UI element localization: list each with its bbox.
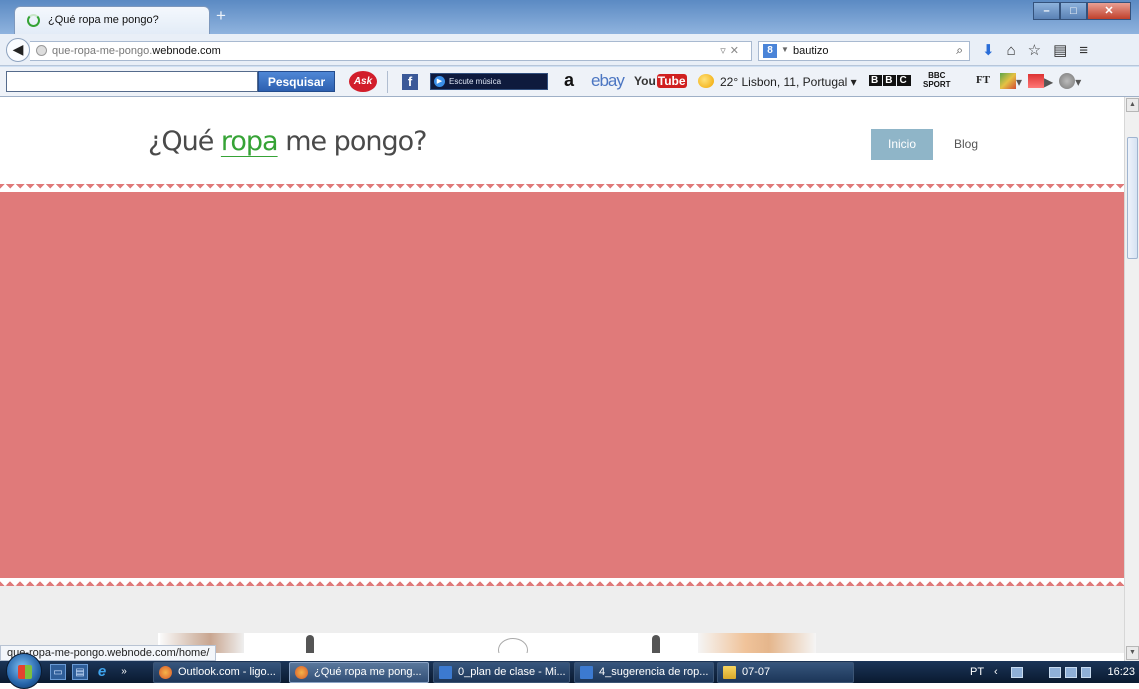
gallery-photo[interactable] bbox=[306, 635, 314, 653]
ft-icon[interactable]: FT bbox=[976, 74, 990, 86]
music-label: Escute música bbox=[449, 77, 502, 86]
quick-launch-more-icon[interactable]: » bbox=[116, 664, 132, 680]
settings-gear-icon[interactable] bbox=[1059, 73, 1076, 89]
word-icon bbox=[580, 666, 593, 679]
new-tab-button[interactable]: + bbox=[216, 7, 226, 25]
browser-tab[interactable]: ¿Qué ropa me pongo? bbox=[14, 6, 210, 34]
address-bar[interactable]: que-ropa-me-pongo.webnode.com ▿✕ bbox=[30, 41, 752, 61]
browser-chrome: ¿Qué ropa me pongo? + – □ ✕ ◀ que-ropa-m… bbox=[0, 0, 1139, 97]
nav-blog[interactable]: Blog bbox=[948, 129, 984, 160]
magnifier-icon[interactable]: ⌕ bbox=[956, 43, 963, 58]
youtube-you: You bbox=[634, 74, 656, 88]
pesquisar-button[interactable]: Pesquisar bbox=[258, 71, 335, 92]
firefox-icon bbox=[159, 666, 172, 679]
hero-banner bbox=[0, 192, 1124, 578]
windows-taskbar: ▭ ▤ e » Outlook.com - ligo... ¿Qué ropa … bbox=[0, 653, 1139, 689]
ebay-icon[interactable]: ebay bbox=[591, 71, 625, 91]
gallery-photo[interactable] bbox=[498, 638, 528, 653]
gallery-photo[interactable] bbox=[698, 633, 816, 653]
gallery-photo[interactable] bbox=[652, 635, 660, 653]
page-viewport: ¿Qué ropa me pongo? Inicio Blog bbox=[0, 97, 1124, 653]
youtube-icon[interactable]: You Tube bbox=[633, 74, 687, 88]
weather-text: 22° Lisbon, 11, Portugal ▾ bbox=[720, 75, 857, 89]
firefox-icon bbox=[295, 666, 308, 679]
tray-network-icon[interactable] bbox=[1049, 667, 1061, 678]
minimize-button[interactable]: – bbox=[1033, 2, 1060, 20]
page-scrollbar[interactable]: ▲ ▼ bbox=[1124, 97, 1139, 661]
switch-windows-icon[interactable]: ▤ bbox=[72, 664, 88, 680]
taskbar-item-plan-de-clase[interactable]: 0_plan de clase - Mi... bbox=[433, 662, 570, 683]
toolbar-search-input[interactable] bbox=[6, 71, 258, 92]
word-icon bbox=[439, 666, 452, 679]
toolbar-extras: ▾ ▶ ▾ bbox=[1000, 73, 1087, 89]
url-actions[interactable]: ▿✕ bbox=[720, 44, 743, 57]
scroll-thumb[interactable] bbox=[1127, 137, 1138, 259]
loading-icon bbox=[27, 14, 40, 27]
tray-keyboard-icon[interactable] bbox=[1011, 667, 1023, 678]
folder-icon bbox=[723, 666, 736, 679]
toolbar-divider bbox=[387, 71, 388, 93]
navigation-bar: ◀ que-ropa-me-pongo.webnode.com ▿✕ 8 ▼ ⌕… bbox=[0, 34, 1139, 66]
back-arrow-icon: ◀ bbox=[12, 41, 24, 57]
facebook-icon[interactable]: f bbox=[402, 74, 418, 90]
image-gallery bbox=[158, 633, 816, 653]
ask-toolbar: Pesquisar Ask f ▶ Escute música a ebay Yo… bbox=[0, 67, 1139, 97]
scroll-up-button[interactable]: ▲ bbox=[1126, 98, 1139, 112]
menu-icon[interactable]: ≡ bbox=[1079, 43, 1088, 58]
site-logo[interactable]: ¿Qué ropa me pongo? bbox=[148, 126, 427, 157]
play-icon[interactable]: ▶ bbox=[434, 76, 445, 87]
banner-top-edge bbox=[0, 184, 1124, 192]
bookmarks-list-icon[interactable]: ▤ bbox=[1053, 43, 1067, 58]
scroll-down-button[interactable]: ▼ bbox=[1126, 646, 1139, 660]
tray-sync-icon[interactable] bbox=[1065, 667, 1077, 678]
nav-icons: ⬇ ⌂ ☆ ▤ ≡ bbox=[982, 43, 1088, 58]
banner-bottom-edge bbox=[0, 578, 1124, 586]
logo-accent-word: ropa bbox=[220, 126, 279, 157]
tray-chevron-icon[interactable]: ‹ bbox=[994, 663, 998, 682]
back-button[interactable]: ◀ bbox=[6, 38, 30, 62]
language-indicator[interactable]: PT bbox=[970, 663, 984, 682]
dropdown-icon[interactable]: ▿ bbox=[720, 45, 730, 57]
globe-icon bbox=[36, 45, 47, 56]
start-button[interactable] bbox=[6, 653, 42, 689]
internet-explorer-icon[interactable]: e bbox=[94, 664, 110, 680]
search-input[interactable] bbox=[793, 44, 943, 58]
show-desktop-icon[interactable]: ▭ bbox=[50, 664, 66, 680]
bbc-sport-icon[interactable]: BBC SPORT bbox=[923, 71, 951, 89]
search-box[interactable]: 8 ▼ ⌕ bbox=[758, 41, 970, 61]
taskbar-item-07-07[interactable]: 07-07 bbox=[717, 662, 854, 683]
home-icon[interactable]: ⌂ bbox=[1007, 43, 1016, 58]
music-player[interactable]: ▶ Escute música bbox=[430, 73, 548, 90]
google-icon[interactable]: 8 bbox=[763, 44, 777, 58]
maps-icon[interactable] bbox=[1000, 73, 1016, 89]
ask-icon[interactable]: Ask bbox=[349, 71, 377, 92]
youtube-tube: Tube bbox=[656, 74, 687, 88]
tab-strip: ¿Qué ropa me pongo? + – □ ✕ bbox=[0, 0, 1139, 34]
url-text: que-ropa-me-pongo.webnode.com bbox=[52, 45, 221, 57]
quick-launch: ▭ ▤ e » bbox=[50, 664, 132, 680]
bbc-icon[interactable]: BBC bbox=[869, 75, 912, 86]
system-tray: PT ‹ 16:23 bbox=[965, 663, 1139, 682]
window-controls: – □ ✕ bbox=[1033, 2, 1131, 20]
tab-title: ¿Qué ropa me pongo? bbox=[48, 14, 159, 26]
maximize-button[interactable]: □ bbox=[1060, 2, 1087, 20]
mail-icon[interactable] bbox=[1028, 74, 1045, 88]
amazon-icon[interactable]: a bbox=[564, 70, 574, 91]
taskbar-item-sugerencia[interactable]: 4_sugerencia de rop... bbox=[574, 662, 714, 683]
close-button[interactable]: ✕ bbox=[1087, 2, 1131, 20]
clock[interactable]: 16:23 bbox=[1107, 663, 1135, 682]
volume-icon[interactable] bbox=[1081, 667, 1091, 678]
download-icon[interactable]: ⬇ bbox=[982, 43, 995, 58]
taskbar-item-outlook[interactable]: Outlook.com - ligo... bbox=[153, 662, 281, 683]
taskbar-item-que-ropa[interactable]: ¿Qué ropa me pong... bbox=[289, 662, 429, 683]
weather-widget[interactable]: 22° Lisbon, 11, Portugal ▾ bbox=[698, 74, 857, 89]
stop-icon[interactable]: ✕ bbox=[730, 45, 743, 57]
search-engine-dropdown-icon[interactable]: ▼ bbox=[781, 45, 789, 54]
nav-inicio[interactable]: Inicio bbox=[871, 129, 933, 160]
bookmark-star-icon[interactable]: ☆ bbox=[1028, 43, 1041, 58]
weather-sun-icon bbox=[698, 74, 714, 88]
